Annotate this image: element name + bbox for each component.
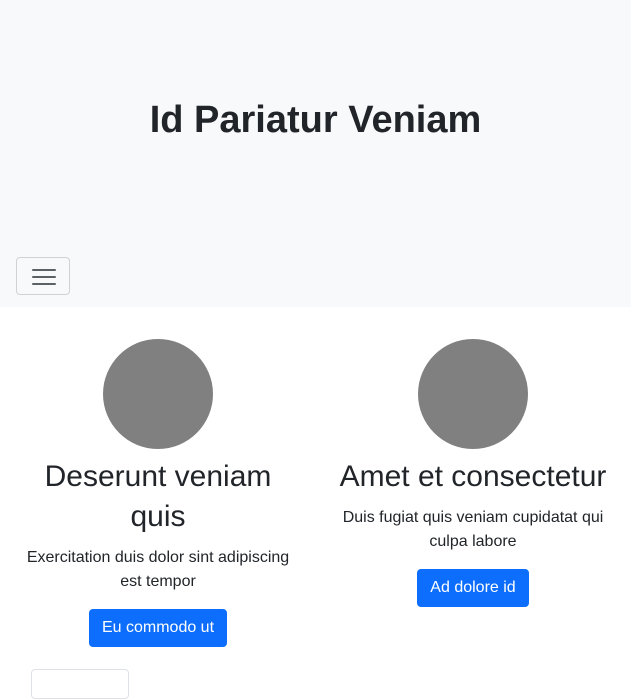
hero-section: Id Pariatur Veniam: [0, 0, 631, 307]
hero-title: Id Pariatur Veniam: [149, 99, 482, 141]
navbar-toggle-button[interactable]: [16, 257, 70, 295]
card-heading: Deserunt veniam quis: [44, 460, 272, 533]
partially-visible-box: [31, 669, 129, 699]
card-heading: Amet et consectetur: [339, 460, 607, 493]
card-text: Duis fugiat quis veniam cupidatat qui cu…: [342, 509, 604, 550]
avatar-placeholder: [103, 339, 213, 449]
feature-card: Deserunt veniam quis Exercitation duis d…: [0, 339, 316, 647]
card-action-button[interactable]: Ad dolore id: [417, 569, 529, 607]
avatar-placeholder: [418, 339, 528, 449]
hamburger-icon: [32, 267, 56, 287]
feature-card: Amet et consectetur Duis fugiat quis ven…: [315, 339, 631, 607]
card-action-button[interactable]: Eu commodo ut: [88, 609, 228, 647]
card-text: Exercitation duis dolor sint adipiscing …: [26, 549, 290, 590]
